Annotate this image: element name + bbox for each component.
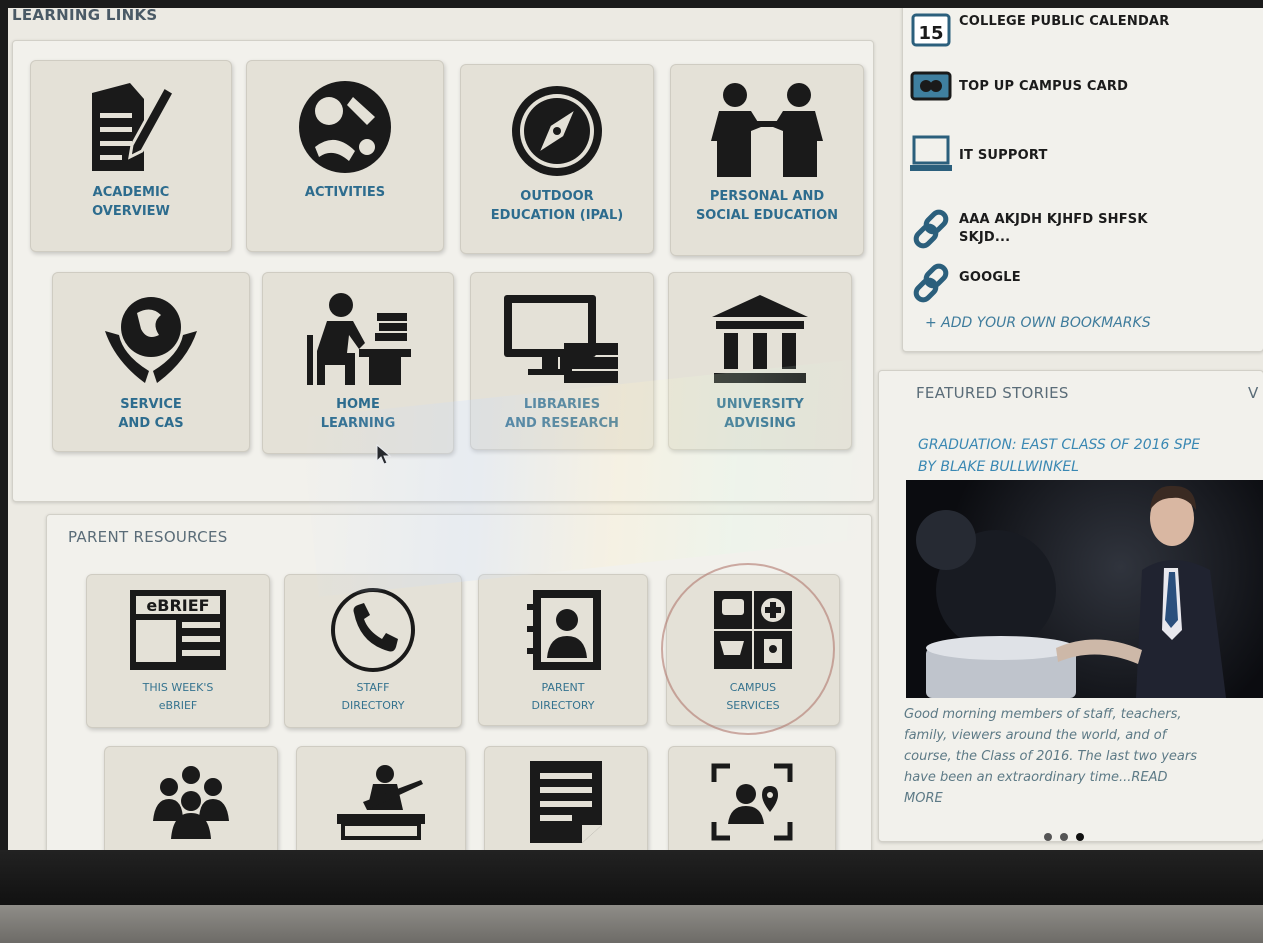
laptop-icon [903, 135, 959, 175]
tile-location-profile[interactable] [668, 746, 836, 850]
card-icon [903, 71, 959, 101]
tile-label: THIS WEEK'S eBRIEF [142, 681, 214, 712]
student-desk-icon [303, 287, 413, 391]
view-all-link[interactable]: V [1248, 384, 1259, 402]
tile-musician[interactable] [296, 746, 466, 850]
bookmarks-panel: 15 COLLEGE PUBLIC CALENDAR TOP UP CAMPUS… [902, 8, 1263, 352]
tile-outdoor-education[interactable]: OUTDOOR EDUCATION (IPAL) [460, 64, 654, 254]
newsletter-icon-text: eBRIEF [146, 596, 209, 615]
tile-academic-overview[interactable]: ACADEMIC OVERVIEW [30, 60, 232, 252]
tile-campus-services[interactable]: CAMPUS SERVICES [661, 563, 840, 735]
bookmark-label: TOP UP CAMPUS CARD [959, 78, 1129, 94]
location-profile-icon [710, 757, 794, 847]
tile-label: ACTIVITIES [304, 185, 386, 200]
bookmark-label: IT SUPPORT [959, 147, 1048, 163]
tile-form[interactable] [484, 746, 648, 850]
bookmark-item-calendar[interactable]: 15 COLLEGE PUBLIC CALENDAR [903, 13, 1169, 47]
link-icon [903, 209, 959, 249]
browser-screen: LEARNING LINKS ACADEMIC OVERVIEW ACTIVIT… [8, 8, 1263, 850]
bookmark-label: AAA AKJDH KJHFD SHFSK SKJD... [959, 212, 1148, 245]
tile-home-learning[interactable]: HOME LEARNING [262, 272, 454, 454]
compass-icon [509, 79, 605, 183]
bookmark-item-aaa[interactable]: AAA AKJDH KJHFD SHFSK SKJD... [903, 209, 1148, 249]
tile-parent-directory[interactable]: PARENT DIRECTORY [478, 574, 648, 726]
story-title-link[interactable]: GRADUATION: EAST CLASS OF 2016 SPE BY BL… [918, 434, 1263, 478]
tile-label: PERSONAL AND SOCIAL EDUCATION [695, 189, 839, 223]
highlight-circle [661, 563, 835, 735]
parent-resources-title: PARENT RESOURCES [68, 528, 228, 546]
phone-icon [330, 585, 416, 675]
calendar-icon: 15 [903, 13, 959, 47]
tile-label: HOME LEARNING [320, 397, 396, 431]
bookmark-label: COLLEGE PUBLIC CALENDAR [959, 13, 1170, 29]
carousel-dots[interactable] [1040, 826, 1088, 845]
story-photo[interactable] [906, 480, 1263, 698]
calendar-icon-text: 15 [918, 23, 943, 44]
tile-label: LIBRARIES AND RESEARCH [505, 397, 619, 431]
tile-personal-social-education[interactable]: PERSONAL AND SOCIAL EDUCATION [670, 64, 864, 256]
tile-university-advising[interactable]: UNIVERSITY ADVISING [668, 272, 852, 450]
carousel-dot[interactable] [1060, 833, 1068, 841]
musician-icon [333, 757, 429, 847]
mouse-cursor-icon [376, 444, 392, 465]
group-icon [145, 757, 237, 847]
tile-label: ACADEMIC OVERVIEW [92, 185, 170, 219]
people-talking-icon [709, 79, 825, 183]
bookmark-label: GOOGLE [959, 269, 1021, 285]
sports-icon [295, 75, 395, 179]
bookmark-item-campus-card[interactable]: TOP UP CAMPUS CARD [903, 71, 1128, 101]
tile-this-weeks-ebrief[interactable]: eBRIEF THIS WEEK'S eBRIEF [86, 574, 270, 728]
university-icon [710, 287, 810, 391]
featured-stories-title: FEATURED STORIES [916, 384, 1069, 402]
learning-links-title: LEARNING LINKS [12, 8, 158, 24]
contact-book-icon [523, 585, 603, 675]
tile-staff-directory[interactable]: STAFF DIRECTORY [284, 574, 462, 728]
tile-service-and-cas[interactable]: SERVICE AND CAS [52, 272, 250, 452]
bookmark-item-it-support[interactable]: IT SUPPORT [903, 135, 1048, 175]
desk-surface [0, 905, 1263, 943]
link-icon [903, 263, 959, 303]
story-excerpt: Good morning members of staff, teachers,… [904, 707, 1198, 806]
tile-label: STAFF DIRECTORY [341, 681, 405, 712]
computer-books-icon [502, 287, 622, 391]
tile-groups[interactable] [104, 746, 278, 850]
tile-label: UNIVERSITY ADVISING [716, 397, 804, 431]
newsletter-icon: eBRIEF [128, 585, 228, 675]
tile-label: OUTDOOR EDUCATION (IPAL) [490, 189, 624, 223]
globe-hands-icon [101, 287, 201, 391]
tile-activities[interactable]: ACTIVITIES [246, 60, 444, 252]
tile-label: PARENT DIRECTORY [531, 681, 595, 712]
tile-label: SERVICE AND CAS [118, 397, 184, 431]
add-bookmarks-link[interactable]: + ADD YOUR OWN BOOKMARKS [925, 315, 1151, 331]
tile-libraries-research[interactable]: LIBRARIES AND RESEARCH [470, 272, 654, 450]
carousel-dot[interactable] [1044, 833, 1052, 841]
form-icon [528, 757, 604, 847]
speaker-photo-illustration [916, 485, 1226, 698]
bookmark-item-google[interactable]: GOOGLE [903, 263, 1021, 303]
carousel-dot[interactable] [1076, 833, 1084, 841]
document-pencil-icon [88, 75, 174, 179]
